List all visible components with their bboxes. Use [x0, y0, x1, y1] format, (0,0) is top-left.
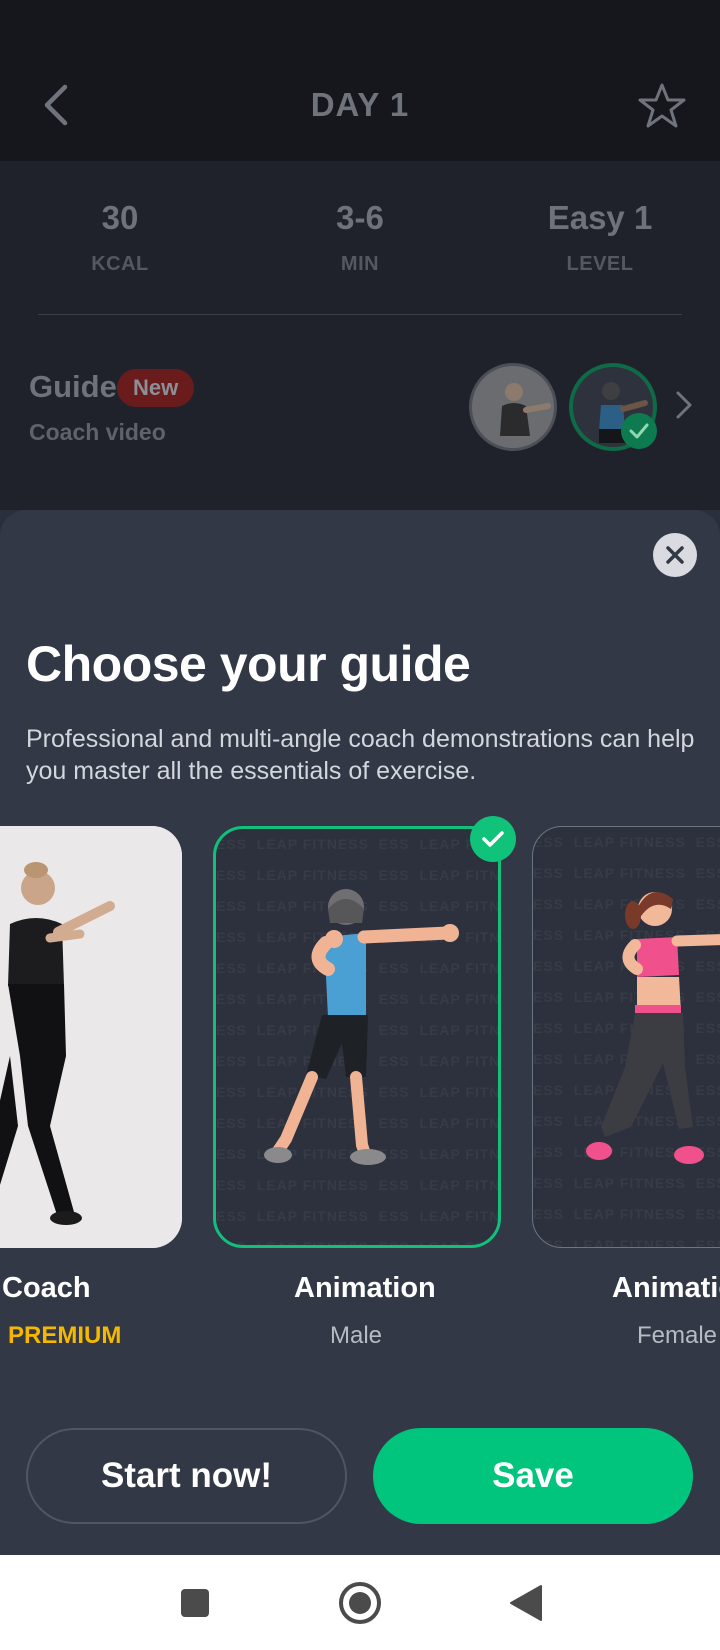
stat-label: MIN: [340, 253, 380, 275]
guide-row[interactable]: Guide New Coach video: [0, 315, 720, 510]
stat-label: LEVEL: [566, 253, 634, 275]
option-title: Coach: [2, 1272, 91, 1304]
guide-subtitle: Coach video: [29, 419, 166, 445]
guide-option-coach[interactable]: [0, 826, 182, 1248]
recent-apps-icon: [181, 1589, 209, 1617]
guide-title: Guide: [29, 369, 117, 404]
system-back-button[interactable]: [497, 1575, 553, 1631]
guide-option-animation-male[interactable]: ESS LEAP FITNESS ESS LEAP FITNESS ESS LE…: [213, 826, 501, 1248]
coach-avatar: [469, 363, 557, 451]
sheet-description: Professional and multi-angle coach demon…: [26, 725, 695, 785]
star-outline-icon: [638, 83, 686, 128]
option-title: Animation: [612, 1272, 720, 1304]
save-button[interactable]: Save: [373, 1428, 693, 1524]
premium-label: PREMIUM: [8, 1322, 122, 1349]
page-title: DAY 1: [310, 86, 410, 123]
start-now-button[interactable]: Start now!: [26, 1428, 347, 1524]
option-subtitle: Male: [330, 1322, 383, 1349]
coach-figure-icon: [472, 366, 554, 448]
selected-check-icon: [470, 816, 516, 862]
option-subtitle: Female: [637, 1322, 718, 1349]
system-nav-bar: [0, 1555, 720, 1650]
close-icon: [666, 546, 684, 564]
home-icon: [339, 1582, 381, 1624]
stat-value: Easy 1: [547, 199, 653, 236]
stat-kcal: 30 KCAL: [0, 199, 240, 276]
guide-option-animation-female[interactable]: ESS LEAP FITNESS ESS LEAP FITNESS ESS LE…: [532, 826, 720, 1248]
stat-value: 30: [101, 199, 139, 236]
stat-level: Easy 1 LEVEL: [480, 199, 720, 276]
stat-min: 3-6 MIN: [240, 199, 480, 276]
recent-apps-button[interactable]: [167, 1575, 223, 1631]
chevron-right-icon[interactable]: [675, 390, 693, 420]
screen: DAY 1 30 KCAL 3-6 MIN Easy 1 LEVEL Guide…: [0, 0, 720, 1650]
new-badge: New: [117, 369, 195, 407]
favorite-button[interactable]: [634, 78, 690, 134]
close-button[interactable]: [653, 533, 697, 577]
back-triangle-icon: [510, 1585, 542, 1621]
option-title: Animation: [294, 1272, 436, 1304]
sheet-title: Choose your guide: [26, 636, 471, 692]
home-button[interactable]: [332, 1575, 388, 1631]
coach-photo: [0, 826, 182, 1248]
choose-guide-sheet: Choose your guide Professional and multi…: [0, 510, 720, 1555]
female-animation-figure: [586, 891, 720, 1164]
stat-label: KCAL: [91, 253, 149, 275]
male-animation-figure: [264, 889, 459, 1165]
top-bar: DAY 1: [0, 0, 720, 161]
stat-value: 3-6: [336, 199, 384, 236]
workout-stats: 30 KCAL 3-6 MIN Easy 1 LEVEL: [0, 161, 720, 316]
selected-check-icon: [621, 413, 657, 449]
